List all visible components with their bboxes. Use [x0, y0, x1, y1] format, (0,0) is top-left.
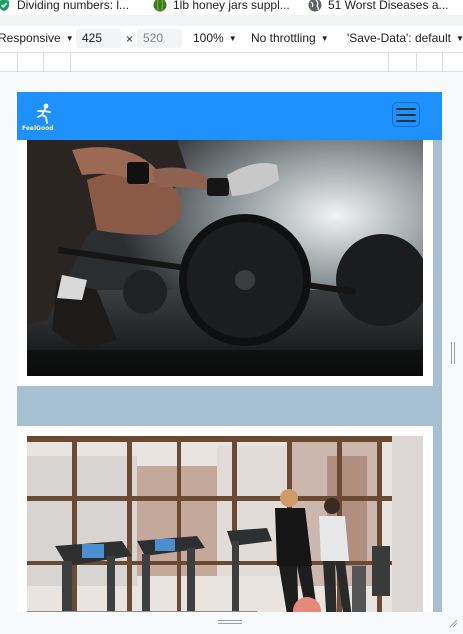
width-input[interactable]: 425 [76, 29, 121, 48]
ruler-tick [416, 53, 417, 73]
save-data-select[interactable]: 'Save-Data': default ▼ [347, 31, 463, 45]
bookmark-item[interactable]: Dividing numbers: l... [0, 0, 129, 12]
hamburger-bar [396, 119, 416, 122]
gym-card [17, 426, 433, 612]
site-navbar: FeelGood [17, 92, 442, 140]
save-data-label: 'Save-Data': default [347, 31, 451, 45]
ruler-tick [70, 53, 71, 73]
caret-down-icon: ▼ [455, 33, 463, 43]
ruler-tick [388, 53, 389, 73]
barbell-squat-image [27, 140, 423, 376]
device-canvas: FeelGood [0, 72, 463, 634]
device-select[interactable]: Responsive ▼ [0, 31, 74, 45]
globe-icon [308, 0, 322, 12]
brand-name: FeelGood [22, 125, 54, 132]
throttling-select[interactable]: No throttling ▼ [251, 31, 329, 45]
bookmark-label: Dividing numbers: l... [17, 0, 130, 12]
times-label: × [126, 32, 134, 46]
shield-check-icon [0, 0, 9, 11]
caret-down-icon: ▼ [320, 33, 329, 43]
device-select-label: Responsive [0, 31, 61, 45]
ruler-tick [17, 53, 18, 73]
brand-logo[interactable]: FeelGood [22, 102, 62, 132]
ruler-tick [442, 53, 443, 73]
height-input[interactable]: 520 [137, 29, 182, 48]
page-viewport[interactable]: FeelGood [17, 92, 442, 612]
throttling-label: No throttling [251, 31, 316, 45]
hamburger-bar [396, 113, 416, 116]
corner-resize-icon[interactable] [448, 618, 458, 628]
bookmark-item[interactable]: 51 Worst Diseases a... [308, 0, 449, 12]
caret-down-icon: ▼ [65, 33, 74, 43]
bookmark-label: 1lb honey jars suppl... [173, 0, 290, 12]
zoom-select[interactable]: 100% ▼ [193, 31, 237, 45]
gym-card [17, 140, 433, 386]
runner-icon [37, 103, 51, 124]
bookmark-item[interactable]: 1lb honey jars suppl... [153, 0, 290, 12]
ruler-tick [43, 53, 44, 73]
menu-toggle-button[interactable] [392, 102, 420, 127]
right-resize-handle[interactable] [451, 342, 457, 364]
caret-down-icon: ▼ [228, 33, 237, 43]
bookmarks-bar: Dividing numbers: l... 1lb honey jars su… [0, 0, 463, 15]
bookmark-label: 51 Worst Diseases a... [328, 0, 449, 12]
bottom-resize-handle[interactable] [218, 620, 242, 626]
melon-icon [153, 0, 167, 12]
dimension-separator: × [126, 32, 133, 46]
hamburger-bar [396, 107, 416, 110]
media-query-bar[interactable] [0, 52, 463, 73]
zoom-label: 100% [193, 31, 224, 45]
treadmill-room-image [27, 436, 423, 612]
device-toolbar: Responsive ▼ 425 × 520 100% ▼ No throttl… [0, 26, 463, 52]
